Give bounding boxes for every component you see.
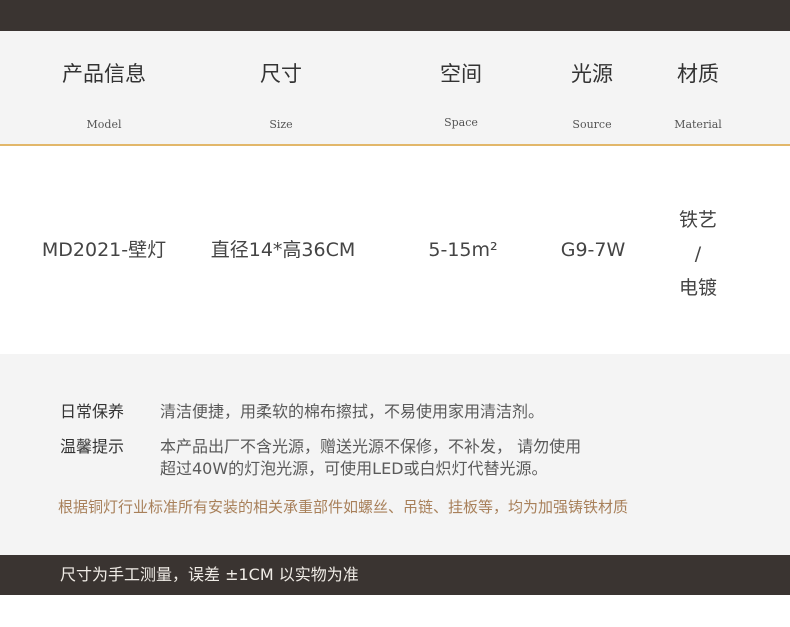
material-standard-note: 根据铜灯行业标准所有安装的相关承重部件如螺丝、吊链、挂板等，均为加强铸铁材质	[58, 498, 629, 516]
top-dark-bar	[0, 0, 790, 31]
header-model-cn: 产品信息	[62, 62, 146, 86]
tips-text-line-1: 本产品出厂不含光源，赠送光源不保修，不补发， 请勿使用	[160, 437, 582, 456]
header-space-en: Space	[444, 116, 478, 129]
model-value: MD2021-壁灯	[41, 239, 167, 261]
source-value: G9-7W	[560, 239, 626, 261]
tips-label: 温馨提示	[60, 437, 125, 456]
material-line-1: 铁艺	[678, 209, 718, 231]
header-model-en: Model	[86, 118, 122, 131]
gold-divider	[0, 144, 790, 146]
bottom-dark-bar: 尺寸为手工测量，误差 ±1CM 以实物为准	[0, 555, 790, 595]
size-value: 直径14*高36CM	[210, 239, 356, 261]
header-size-en: Size	[269, 118, 293, 131]
header-material-cn: 材质	[677, 62, 719, 86]
care-text: 清洁便捷，用柔软的棉布擦拭，不易使用家用清洁剂。	[160, 402, 545, 421]
tips-text-line-2: 超过40W的灯泡光源，可使用LED或白炽灯代替光源。	[160, 459, 548, 478]
material-line-2: /	[694, 243, 702, 265]
header-source-en: Source	[572, 118, 612, 131]
header-size-cn: 尺寸	[260, 62, 302, 86]
space-value: 5-15m²	[428, 239, 498, 261]
header-source-cn: 光源	[571, 62, 613, 86]
bottom-spacer	[0, 595, 790, 627]
product-spec-page: 产品信息 Model 尺寸 Size 空间 Space 光源 Source 材质…	[0, 0, 790, 627]
care-label: 日常保养	[60, 402, 125, 421]
header-space-cn: 空间	[440, 62, 482, 86]
header-material-en: Material	[674, 118, 722, 131]
material-value: 铁艺 / 电镀	[679, 203, 717, 305]
material-line-3: 电镀	[678, 277, 718, 299]
measurement-disclaimer: 尺寸为手工测量，误差 ±1CM 以实物为准	[60, 565, 359, 584]
